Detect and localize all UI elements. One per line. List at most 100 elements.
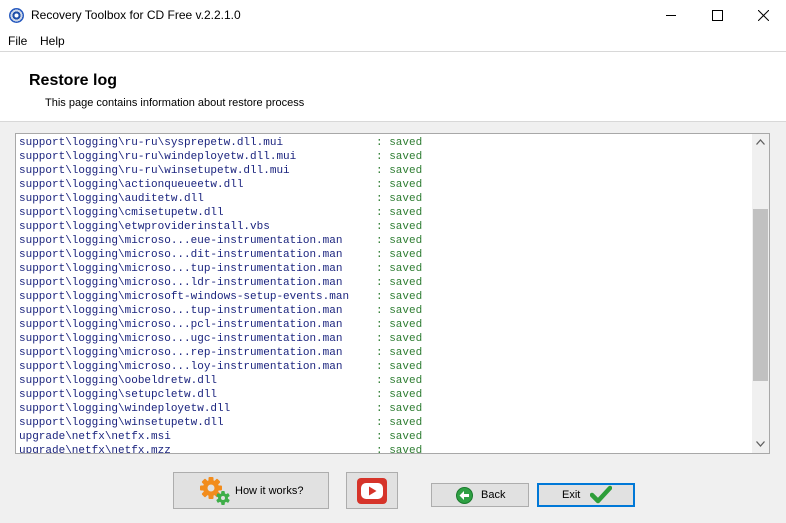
scroll-up-button[interactable]	[752, 134, 769, 151]
log-row: support\logging\microso...ldr-instrument…	[19, 276, 751, 290]
log-path: support\logging\microso...eue-instrument…	[19, 235, 343, 247]
title-bar: Recovery Toolbox for CD Free v.2.2.1.0	[0, 0, 786, 31]
log-status: : saved	[376, 417, 423, 429]
log-path: support\logging\ru-ru\winsetupetw.dll.mu…	[19, 165, 290, 177]
scroll-down-button[interactable]	[752, 436, 769, 453]
log-path: support\logging\cmisetupetw.dll	[19, 207, 224, 219]
log-path: support\logging\windeployetw.dll	[19, 403, 231, 415]
menu-file[interactable]: File	[8, 34, 27, 48]
log-status: : saved	[376, 291, 423, 303]
exit-label: Exit	[562, 489, 581, 501]
log-status: : saved	[376, 207, 423, 219]
log-status: : saved	[376, 361, 423, 373]
scrollbar-thumb[interactable]	[753, 209, 768, 381]
green-checkmark-icon	[589, 485, 613, 508]
log-rows: support\logging\ru-ru\sysprepetw.dll.mui…	[19, 136, 751, 454]
log-row: support\logging\ru-ru\sysprepetw.dll.mui…	[19, 136, 751, 150]
window-title: Recovery Toolbox for CD Free v.2.2.1.0	[31, 8, 241, 22]
close-icon	[758, 10, 769, 21]
log-status: : saved	[376, 319, 423, 331]
log-status: : saved	[376, 375, 423, 387]
log-path: support\logging\microso...pcl-instrument…	[19, 319, 343, 331]
menu-help[interactable]: Help	[40, 34, 65, 48]
maximize-button[interactable]	[694, 0, 740, 31]
log-status: : saved	[376, 263, 423, 275]
log-path: support\logging\actionqueueetw.dll	[19, 179, 244, 191]
log-status: : saved	[376, 193, 423, 205]
log-row: support\logging\microsoft-windows-setup-…	[19, 290, 751, 304]
log-row: support\logging\oobeldretw.dll: saved	[19, 374, 751, 388]
log-path: support\logging\microso...ugc-instrument…	[19, 333, 343, 345]
youtube-play-icon	[357, 478, 387, 507]
log-status: : saved	[376, 277, 423, 289]
log-row: support\logging\ru-ru\windeployetw.dll.m…	[19, 150, 751, 164]
app-disc-icon	[9, 8, 24, 23]
restore-log-list[interactable]: support\logging\ru-ru\sysprepetw.dll.mui…	[15, 133, 770, 454]
chevron-down-icon	[756, 441, 765, 447]
minimize-icon	[666, 15, 676, 16]
log-path: support\logging\microso...ldr-instrument…	[19, 277, 343, 289]
log-path: support\logging\microso...tup-instrument…	[19, 305, 343, 317]
log-path: support\logging\auditetw.dll	[19, 193, 204, 205]
log-status: : saved	[376, 165, 423, 177]
log-row: support\logging\microso...ugc-instrument…	[19, 332, 751, 346]
back-button[interactable]: Back	[431, 483, 529, 507]
log-row: support\logging\microso...tup-instrument…	[19, 262, 751, 276]
log-path: support\logging\etwproviderinstall.vbs	[19, 221, 270, 233]
log-row: support\logging\microso...tup-instrument…	[19, 304, 751, 318]
log-status: : saved	[376, 137, 423, 149]
log-path: support\logging\winsetupetw.dll	[19, 417, 224, 429]
log-status: : saved	[376, 235, 423, 247]
log-row: support\logging\cmisetupetw.dll : saved	[19, 206, 751, 220]
minimize-button[interactable]	[648, 0, 694, 31]
log-status: : saved	[376, 389, 423, 401]
log-row: support\logging\auditetw.dll : saved	[19, 192, 751, 206]
close-button[interactable]	[740, 0, 786, 31]
page-title: Restore log	[29, 72, 118, 89]
log-path: upgrade\netfx\netfx.msi	[19, 431, 171, 443]
log-row: support\logging\microso...rep-instrument…	[19, 346, 751, 360]
menu-bar: File Help	[0, 31, 786, 51]
log-path: upgrade\netfx\netfx.mzz	[19, 445, 171, 454]
log-row: support\logging\ru-ru\winsetupetw.dll.mu…	[19, 164, 751, 178]
page-header: Restore log This page contains informati…	[0, 52, 786, 122]
log-path: support\logging\microso...dit-instrument…	[19, 249, 343, 261]
log-status: : saved	[376, 403, 423, 415]
log-status: : saved	[376, 151, 423, 163]
log-status: : saved	[376, 333, 423, 345]
back-label: Back	[481, 489, 506, 501]
log-row: support\logging\winsetupetw.dll : saved	[19, 416, 751, 430]
log-status: : saved	[376, 179, 423, 191]
log-path: support\logging\microso...rep-instrument…	[19, 347, 343, 359]
log-path: support\logging\microsoft-windows-setup-…	[19, 291, 350, 303]
log-row: support\logging\actionqueueetw.dll : save…	[19, 178, 751, 192]
page-subtitle: This page contains information about res…	[45, 97, 305, 109]
log-status: : saved	[376, 445, 423, 454]
exit-button[interactable]: Exit	[537, 483, 635, 507]
log-path: support\logging\microso...tup-instrument…	[19, 263, 343, 275]
log-status: : saved	[376, 305, 423, 317]
log-path: support\logging\ru-ru\windeployetw.dll.m…	[19, 151, 297, 163]
log-row: support\logging\microso...eue-instrument…	[19, 234, 751, 248]
youtube-button[interactable]	[346, 472, 398, 509]
log-row: upgrade\netfx\netfx.msi : saved	[19, 430, 751, 444]
log-path: support\logging\setupcletw.dll	[19, 389, 218, 401]
log-status: : saved	[376, 221, 423, 233]
log-path: support\logging\ru-ru\sysprepetw.dll.mui	[19, 137, 284, 149]
maximize-icon	[712, 10, 723, 21]
log-row: support\logging\microso...dit-instrument…	[19, 248, 751, 262]
chevron-up-icon	[756, 139, 765, 145]
log-status: : saved	[376, 347, 423, 359]
log-row: support\logging\microso...pcl-instrument…	[19, 318, 751, 332]
log-row: support\logging\etwproviderinstall.vbs : …	[19, 220, 751, 234]
log-path: support\logging\microso...loy-instrument…	[19, 361, 343, 373]
how-it-works-label: How it works?	[235, 485, 304, 497]
vertical-scrollbar[interactable]	[752, 134, 769, 453]
log-row: upgrade\netfx\netfx.mzz : saved	[19, 444, 751, 454]
log-status: : saved	[376, 431, 423, 443]
how-it-works-button[interactable]: How it works?	[173, 472, 329, 509]
log-row: support\logging\setupcletw.dll : saved	[19, 388, 751, 402]
green-arrow-left-icon	[456, 487, 473, 507]
log-row: support\logging\windeployetw.dll : saved	[19, 402, 751, 416]
main-content: Restore log This page contains informati…	[0, 51, 786, 523]
